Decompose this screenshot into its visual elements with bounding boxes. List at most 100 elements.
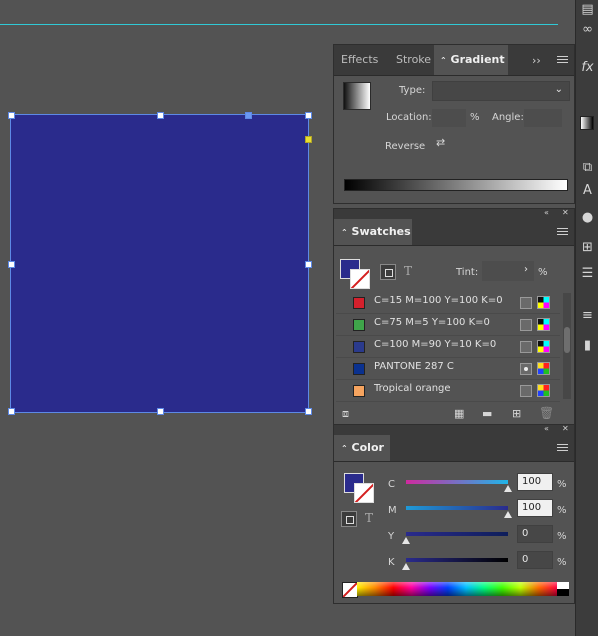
bookmark-icon[interactable]: ▮	[580, 338, 595, 353]
gradient-icon[interactable]	[580, 116, 594, 130]
swatch-chip	[353, 319, 365, 331]
list-item[interactable]: Tropical orange	[336, 379, 560, 402]
magenta-value-field[interactable]: 100	[517, 499, 553, 517]
scrollbar-thumb[interactable]	[564, 327, 570, 353]
corner-options-handle[interactable]	[305, 136, 312, 143]
close-icon[interactable]: ✕	[562, 208, 569, 217]
tab-gradient[interactable]: ⌃ Gradient	[434, 45, 508, 75]
panel-menu-icon[interactable]	[557, 444, 568, 453]
tab-effects[interactable]: Effects	[341, 45, 378, 75]
collapse-icon[interactable]: «	[544, 208, 549, 217]
black-slider[interactable]	[406, 558, 508, 562]
tab-stroke[interactable]: Stroke	[396, 45, 431, 75]
cyan-slider[interactable]	[406, 480, 508, 484]
swatch-chip	[353, 385, 365, 397]
cyan-slider-thumb[interactable]	[504, 485, 512, 492]
black-slider-thumb[interactable]	[402, 563, 410, 570]
align-icon[interactable]: ≡	[580, 308, 595, 323]
tab-color[interactable]: ⌃ Color	[334, 435, 390, 461]
black-value-field[interactable]: 0	[517, 551, 553, 569]
fill-stroke-widget[interactable]	[344, 473, 376, 503]
new-group-icon[interactable]: ▬	[482, 407, 492, 420]
formatting-container-icon[interactable]	[380, 264, 396, 280]
swatch-name: Tropical orange	[374, 383, 451, 394]
selection-handle-ml[interactable]	[8, 261, 15, 268]
yellow-value-field[interactable]: 0	[517, 525, 553, 543]
color-icon[interactable]: ●	[580, 210, 595, 225]
selection-handle-mr[interactable]	[305, 261, 312, 268]
stroke-swatch[interactable]	[350, 269, 370, 289]
selection-handle-tr[interactable]	[305, 112, 312, 119]
swatch-name: C=100 M=90 Y=10 K=0	[374, 339, 497, 350]
character-icon[interactable]: A	[580, 183, 595, 198]
channel-c-label: C	[388, 479, 395, 490]
process-color-icon	[520, 385, 532, 397]
selection-handle-bl[interactable]	[8, 408, 15, 415]
tab-color-label: Color	[351, 441, 384, 454]
list-item[interactable]: PANTONE 287 C	[336, 357, 560, 380]
swatch-chip	[353, 297, 365, 309]
selection-handle-reference[interactable]	[245, 112, 252, 119]
list-item[interactable]: C=100 M=90 Y=10 K=0	[336, 335, 560, 358]
formatting-text-icon[interactable]: T	[404, 264, 412, 278]
list-item[interactable]: C=75 M=5 Y=100 K=0	[336, 313, 560, 336]
delete-swatch-icon[interactable]: 🗑	[539, 406, 554, 420]
black-swatch[interactable]	[557, 589, 569, 596]
none-swatch[interactable]	[342, 582, 358, 598]
cyan-value-field[interactable]: 100	[517, 473, 553, 491]
fx-icon[interactable]: fx	[580, 60, 595, 75]
swatch-chip	[353, 363, 365, 375]
reverse-gradient-icon[interactable]: ⇄	[436, 136, 452, 152]
stroke-swatch[interactable]	[354, 483, 374, 503]
table-icon[interactable]: ☰	[580, 266, 595, 281]
cyan-unit: %	[557, 479, 567, 490]
angle-field[interactable]	[524, 109, 562, 127]
white-swatch[interactable]	[557, 582, 569, 589]
pages-icon[interactable]: ▤	[580, 2, 595, 17]
fill-stroke-widget[interactable]	[340, 259, 370, 289]
gradient-ramp[interactable]	[344, 179, 568, 191]
channel-m-label: M	[388, 505, 397, 516]
swatch-views-icon[interactable]: ▦	[454, 407, 464, 420]
location-field[interactable]	[432, 109, 466, 127]
paragraph-icon[interactable]: ⊞	[580, 240, 595, 255]
swatch-list-scrollbar[interactable]	[563, 293, 571, 399]
swatch-chip	[353, 341, 365, 353]
tab-swatches[interactable]: ⌃ Swatches	[334, 219, 412, 245]
selection-handle-tl[interactable]	[8, 112, 15, 119]
selection-handle-br[interactable]	[305, 408, 312, 415]
selection-handle-bc[interactable]	[157, 408, 164, 415]
yellow-slider-thumb[interactable]	[402, 537, 410, 544]
list-item[interactable]: C=15 M=100 Y=100 K=0	[336, 291, 560, 314]
yellow-unit: %	[557, 531, 567, 542]
gradient-panel-tabbar: Effects Stroke ⌃ Gradient ››	[334, 45, 574, 76]
collapse-icon[interactable]: «	[544, 424, 549, 433]
angle-label: Angle:	[492, 112, 524, 123]
right-dock-iconbar: ▤ ∞ fx ⧉ A ● ⊞ ☰ ≡ ▮	[575, 0, 598, 636]
cmyk-mode-icon	[537, 296, 550, 309]
magenta-slider-thumb[interactable]	[504, 511, 512, 518]
swatch-name: C=75 M=5 Y=100 K=0	[374, 317, 490, 328]
new-swatch-icon[interactable]: ⊞	[512, 407, 521, 420]
location-unit: %	[470, 112, 480, 123]
show-swatch-kinds-icon[interactable]: ⧈	[342, 407, 349, 421]
type-dropdown[interactable]: ⌄	[432, 81, 570, 101]
selection-handle-tc[interactable]	[157, 112, 164, 119]
horizontal-guide	[0, 24, 558, 25]
more-tabs-icon[interactable]: ››	[532, 54, 541, 67]
cmyk-mode-icon	[537, 318, 550, 331]
yellow-slider[interactable]	[406, 532, 508, 536]
swatches-icon[interactable]: ⧉	[580, 160, 595, 175]
color-spectrum-ramp[interactable]	[357, 582, 557, 596]
panel-menu-icon[interactable]	[557, 228, 568, 237]
formatting-text-icon[interactable]: T	[365, 511, 373, 525]
panel-menu-icon[interactable]	[557, 56, 568, 65]
magenta-slider[interactable]	[406, 506, 508, 510]
selected-rectangle[interactable]	[10, 114, 309, 413]
close-icon[interactable]: ✕	[562, 424, 569, 433]
gradient-preview-swatch[interactable]	[343, 82, 371, 110]
formatting-container-icon[interactable]	[341, 511, 357, 527]
links-icon[interactable]: ∞	[580, 22, 595, 37]
swatches-panel: « ✕ ⌃ Swatches T Tint: › % C=15 M=100 Y=…	[333, 208, 575, 428]
tint-field[interactable]: ›	[482, 261, 534, 281]
